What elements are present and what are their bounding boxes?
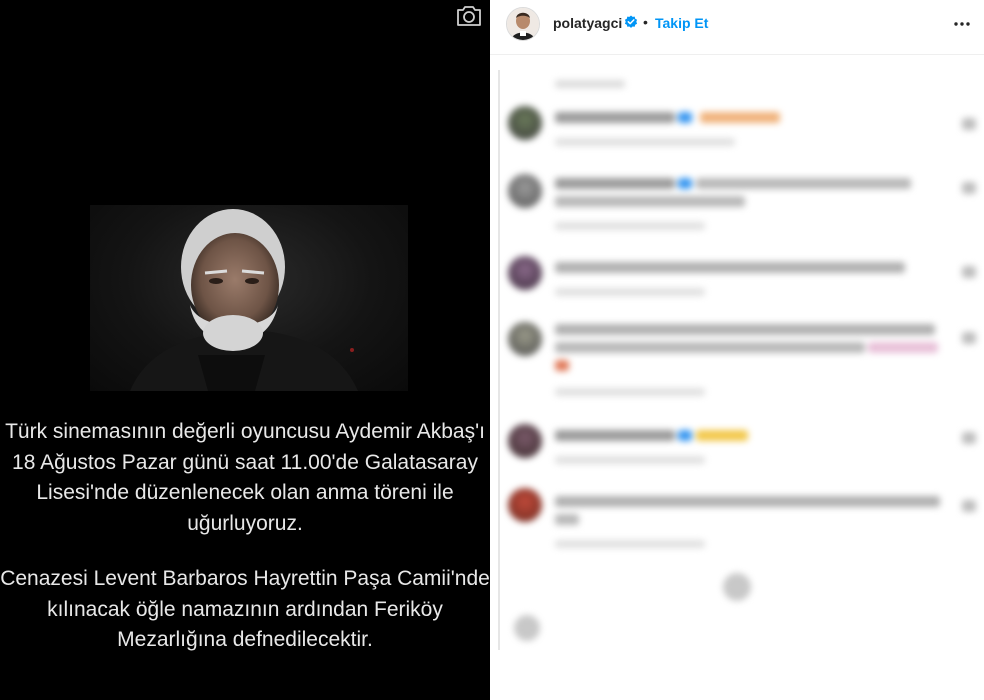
comment-text [555,178,675,189]
like-icon[interactable] [962,500,976,512]
like-icon[interactable] [962,118,976,130]
comment-avatar[interactable] [508,174,542,208]
comments-panel: polatyagci • Takip Et [490,0,984,700]
like-icon[interactable] [962,182,976,194]
comment-avatar[interactable] [508,322,542,356]
portrait-photo [90,205,408,391]
comment-avatar[interactable] [508,106,542,140]
blurred-timestamp [555,80,625,88]
comment-text [555,324,935,335]
follow-button[interactable]: Takip Et [655,15,708,31]
post-caption-paragraph-1: Türk sinemasının değerli oyuncusu Aydemi… [5,420,485,535]
comment-text [696,430,748,441]
username[interactable]: polatyagci [553,15,622,31]
avatar[interactable] [506,7,540,41]
comment-text [696,178,911,189]
like-icon[interactable] [962,332,976,344]
add-comment-button[interactable] [514,615,540,641]
comment-meta [555,540,705,548]
comment-text [555,342,865,353]
comment-text [555,262,905,273]
comment-avatar[interactable] [508,424,542,458]
camera-icon[interactable] [455,4,483,28]
comment-text [555,196,745,207]
like-icon[interactable] [962,432,976,444]
post-caption-paragraph-2: Cenazesi Levent Barbaros Hayrettin Paşa … [0,567,490,651]
header-separator: • [643,14,648,30]
comment-text [555,496,940,507]
post-media-panel: Türk sinemasının değerli oyuncusu Aydemi… [0,0,490,700]
comment-text [555,514,579,525]
comment-text [555,112,675,123]
comment-text [700,112,780,123]
comment-meta [555,456,705,464]
verified-badge-icon [624,15,638,29]
comment-text [555,360,569,371]
comment-text [678,430,692,441]
comment-meta [555,388,705,396]
load-more-comments-button[interactable] [723,573,751,601]
comment-meta [555,288,705,296]
post-header: polatyagci • Takip Et [490,0,984,55]
comment-avatar[interactable] [508,488,542,522]
comment-text [868,342,938,353]
more-options-icon[interactable] [952,14,972,34]
comment-meta [555,138,735,146]
comment-meta [555,222,705,230]
blurred-comments-list [490,60,984,700]
comment-avatar[interactable] [508,256,542,290]
comment-text [555,430,675,441]
comment-text [678,112,692,123]
comment-text [678,178,692,189]
like-icon[interactable] [962,266,976,278]
